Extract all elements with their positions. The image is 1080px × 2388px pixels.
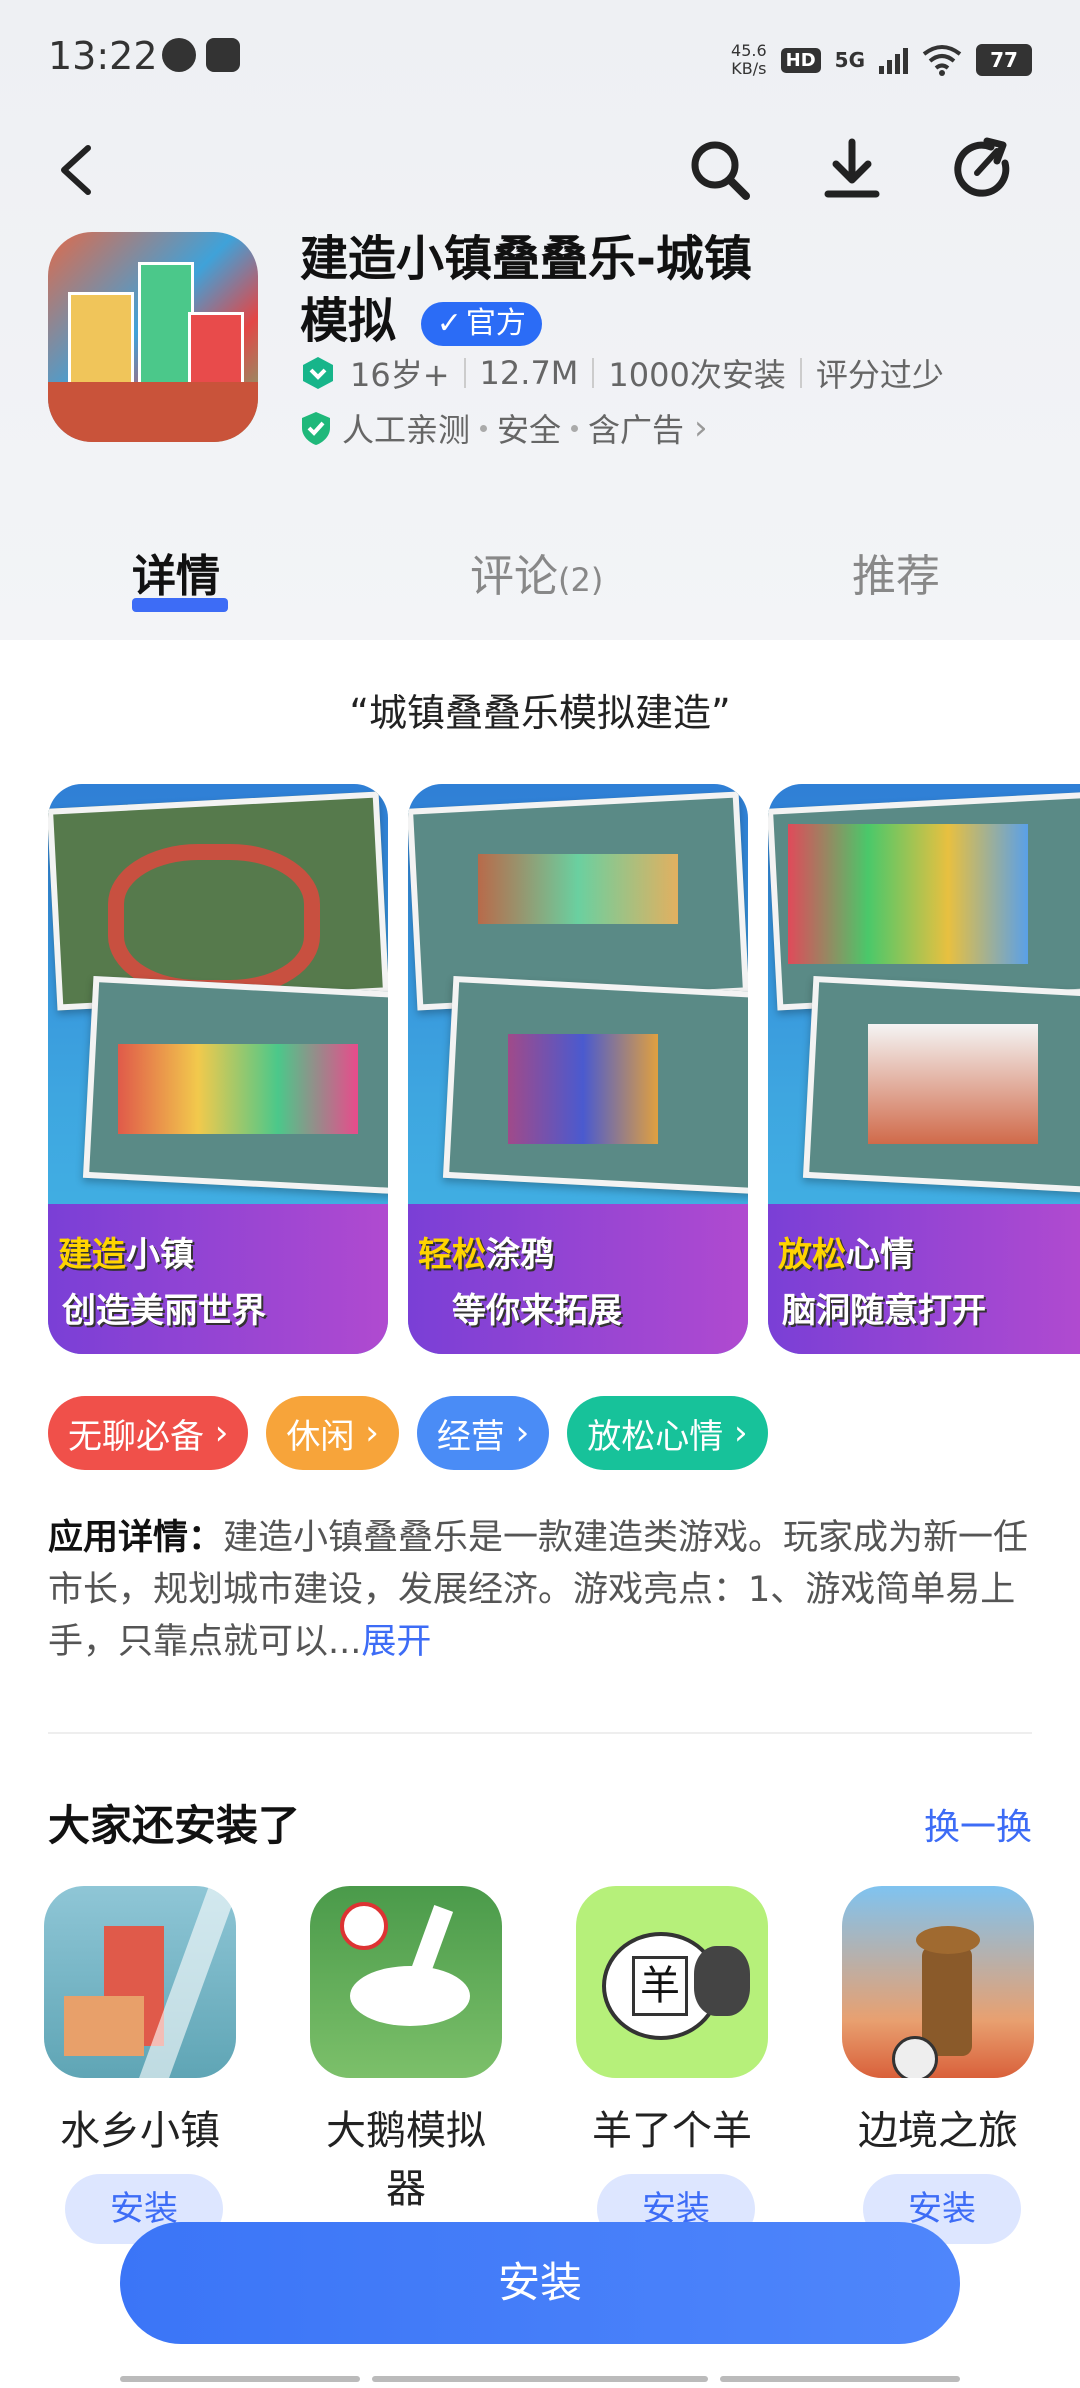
- download-manager-button[interactable]: [812, 130, 892, 210]
- install-button[interactable]: 安装: [120, 2222, 960, 2344]
- tab-indicator: [132, 598, 228, 612]
- section-title: 大家还安装了: [48, 1801, 301, 1850]
- battery-icon: 77: [976, 44, 1032, 76]
- refresh-link[interactable]: 换一换: [924, 1798, 1032, 1850]
- status-time: 13:22: [48, 34, 158, 78]
- install-count: 1000次安装: [608, 356, 786, 394]
- speedometer-icon: [162, 38, 196, 72]
- hd-icon: HD: [780, 47, 821, 73]
- chevron-right-icon: ›: [204, 1413, 229, 1453]
- age-rating: 16岁+: [350, 356, 450, 394]
- recommended-app[interactable]: 羊 羊了个羊 安装: [576, 1886, 776, 2244]
- tag-list: 无聊必备 › 休闲 › 经营 › 放松心情 ›: [48, 1396, 768, 1470]
- app-name: 水乡小镇: [60, 2108, 220, 2154]
- app-icon: [310, 1886, 502, 2078]
- chevron-right-icon: ›: [723, 1413, 748, 1453]
- screenshot-3[interactable]: 放松心情 脑洞随意打开: [768, 784, 1080, 1354]
- share-icon: [954, 137, 1010, 197]
- expand-link[interactable]: 展开: [361, 1622, 431, 1662]
- tab-reviews[interactable]: 评论(2): [470, 540, 603, 604]
- tag-item[interactable]: 无聊必备 ›: [48, 1396, 249, 1470]
- tag-item[interactable]: 休闲 ›: [266, 1396, 399, 1470]
- recommended-app[interactable]: 边境之旅 安装: [842, 1886, 1042, 2244]
- app-title: 建造小镇叠叠乐-城镇 模拟 ✓ 官方: [300, 231, 752, 349]
- share-button[interactable]: [944, 130, 1024, 210]
- app-description: 应用详情：建造小镇叠叠乐是一款建造类游戏。玩家成为新一任市长，规划城市建设，发展…: [48, 1518, 1029, 1662]
- signal-icon: [879, 46, 908, 74]
- scroll-indicator: [720, 2376, 960, 2382]
- slogan: “城镇叠叠乐模拟建造”: [349, 691, 731, 735]
- screenshot-2[interactable]: 轻松涂鸦 等你来拓展: [408, 784, 748, 1354]
- status-bar: 13:22 45.6 KB/s HD 5G 77: [0, 0, 1080, 120]
- divider: [48, 1732, 1032, 1734]
- app-meta: 16岁+ 12.7M 1000次安装 评分过少: [300, 350, 944, 396]
- network-speed: 45.6 KB/s: [731, 41, 767, 78]
- sheep-icon: 羊: [632, 1956, 688, 2016]
- tag-item[interactable]: 经营 ›: [416, 1396, 550, 1470]
- app-name: 羊了个羊: [592, 2108, 752, 2154]
- rating: 评分过少: [815, 356, 944, 394]
- recommended-app[interactable]: 水乡小镇 安装: [44, 1886, 244, 2244]
- app-icon: [48, 232, 258, 442]
- back-button[interactable]: [36, 130, 116, 210]
- tab-details[interactable]: 详情: [132, 540, 220, 604]
- search-button[interactable]: [680, 130, 760, 210]
- search-icon: [691, 141, 750, 200]
- app-name: 大鹅模拟器: [326, 2108, 486, 2212]
- verified-check-icon: ✓: [436, 306, 462, 341]
- app-icon: 羊: [576, 1886, 768, 2078]
- wifi-icon: [922, 45, 962, 76]
- back-arrow-icon: [61, 145, 91, 195]
- scroll-indicator: [372, 2376, 708, 2382]
- media-icon: [206, 38, 240, 72]
- network-type: 5G: [834, 48, 865, 72]
- chevron-right-icon: ›: [354, 1413, 379, 1453]
- chevron-right-icon: ›: [504, 1413, 530, 1453]
- app-size: 12.7M: [479, 354, 579, 392]
- tag-item[interactable]: 放松心情 ›: [567, 1396, 768, 1470]
- scroll-indicator: [120, 2376, 360, 2382]
- app-icon: [44, 1886, 236, 2078]
- screenshot-1[interactable]: 建造小镇 创造美丽世界: [48, 784, 388, 1354]
- shield-check-icon: [302, 412, 330, 445]
- download-icon: [824, 138, 880, 198]
- chevron-right-icon: ›: [694, 408, 708, 448]
- app-icon: [842, 1886, 1034, 2078]
- safety-info[interactable]: 人工亲测 安全 含广告 ›: [300, 405, 708, 451]
- tab-recommend[interactable]: 推荐: [852, 540, 940, 604]
- app-name: 边境之旅: [858, 2108, 1018, 2154]
- age-rating-icon: [303, 357, 333, 389]
- official-badge: ✓ 官方: [420, 302, 542, 346]
